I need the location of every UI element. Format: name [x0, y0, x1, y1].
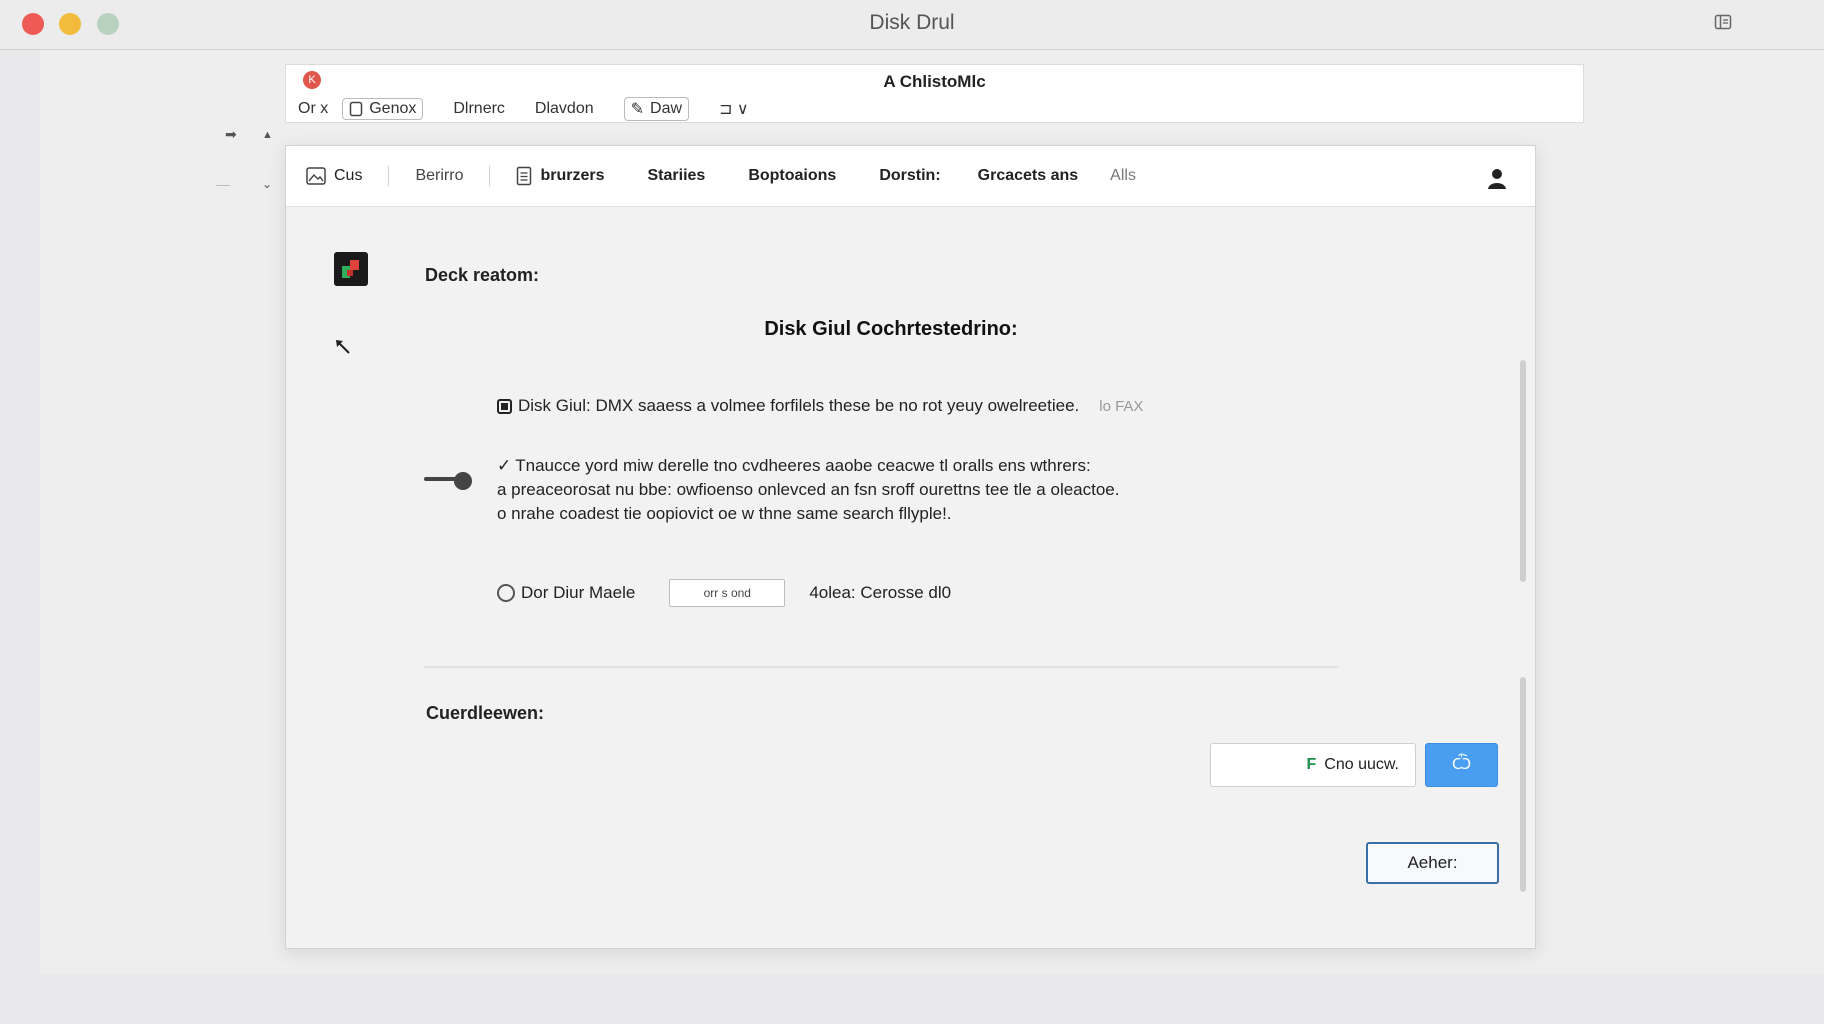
- paragraph-line: a preaceorosat nu bbe: owfioenso onlevce…: [497, 480, 1120, 499]
- app-logo-icon: [334, 252, 368, 286]
- info-text: Disk Giul: DMX saaess a volmee forfilels…: [518, 396, 1080, 415]
- user-avatar-icon[interactable]: [1487, 168, 1507, 190]
- secondary-button[interactable]: F Cno uucw.: [1210, 743, 1416, 787]
- checkmark-icon: ✓: [497, 456, 512, 475]
- tab-berirro[interactable]: Berirro: [415, 167, 463, 185]
- toolbar-label: Or x: [298, 100, 329, 117]
- tab-boptoaions[interactable]: Boptoaions: [748, 167, 836, 185]
- tab-label: Boptoaions: [748, 167, 837, 184]
- tab-label: Grcacets ans: [977, 167, 1079, 184]
- toolbar-item-dlavdon[interactable]: Dlavdon: [535, 100, 594, 118]
- tab-brurzers[interactable]: brurzers: [516, 166, 605, 186]
- tab-label: Alls: [1110, 167, 1136, 184]
- toolbar-label: Dlavdon: [534, 100, 594, 117]
- sidebar-toggle-icon[interactable]: [1714, 13, 1732, 31]
- mode-extra-text: 4olea: Cerosse dl0: [809, 583, 952, 602]
- description-paragraph: ✓ Tnaucce yord miw derelle tno cvdheeres …: [497, 454, 1119, 526]
- toolbar-item-daw[interactable]: ✎ Daw: [623, 97, 690, 121]
- mode-input[interactable]: orr s ond: [669, 579, 786, 607]
- mode-label: Dor Diur Maele: [521, 583, 636, 602]
- tab-label: Berirro: [415, 167, 464, 184]
- action-button[interactable]: Aeher:: [1366, 842, 1499, 884]
- image-icon: [306, 167, 326, 185]
- sub-window-header: K A ChlistoMlc Or x Genox Dlrnerc Dlavdo…: [285, 64, 1584, 123]
- secondary-button-label: Cno uucw.: [1324, 756, 1399, 773]
- toolbar-label: Genox: [369, 100, 417, 117]
- tab-divider: [388, 166, 390, 186]
- scrollbar-thumb-upper[interactable]: [1520, 360, 1526, 582]
- paragraph-line: o nrahe coadest tie oopiovict oe w thne …: [497, 504, 952, 523]
- sub-window-toolbar: Or x Genox Dlrnerc Dlavdon ✎ Daw ⊐ ∨: [298, 97, 779, 121]
- mode-row: Dor Diur Maele orr s ond 4olea: Cerosse …: [497, 579, 951, 607]
- tab-dorstin[interactable]: Dorstin:: [879, 167, 940, 185]
- section-label-footer: Cuerdleewen:: [426, 703, 545, 723]
- tab-bar: Cus Berirro brurzers Stariies Boptoaions…: [286, 146, 1535, 207]
- tab-label: Cus: [334, 167, 363, 184]
- tab-label: Stariies: [647, 167, 706, 184]
- paragraph-line: Tnaucce yord miw derelle tno cvdheeres a…: [515, 456, 1091, 475]
- tab-divider: [489, 166, 491, 186]
- key-icon: [424, 472, 472, 490]
- toolbar-item-orx[interactable]: Or x: [298, 100, 328, 118]
- section-divider: [424, 666, 1339, 668]
- toolbar-label: ⊐ ∨: [719, 101, 749, 118]
- disk-utility-panel: Cus Berirro brurzers Stariies Boptoaions…: [285, 145, 1536, 949]
- dash-icon: —: [216, 176, 230, 192]
- toolbar-item-dlrnerc[interactable]: Dlrnerc: [453, 100, 505, 118]
- mode-radio[interactable]: [497, 584, 515, 602]
- section-label-deck: Deck reatom:: [425, 265, 540, 285]
- chevron-up-icon[interactable]: ▲: [262, 129, 273, 141]
- info-muted-text: lo FAX: [1099, 397, 1144, 415]
- chevron-down-icon[interactable]: ⌄: [262, 177, 272, 191]
- scrollbar-thumb-lower[interactable]: [1520, 677, 1526, 892]
- window-title: Disk Drul: [869, 11, 955, 34]
- tab-cus[interactable]: Cus: [306, 167, 362, 185]
- info-line: Disk Giul: DMX saaess a volmee forfilels…: [497, 396, 1143, 416]
- tab-grcacets-ans[interactable]: Grcacets ans: [978, 167, 1079, 185]
- primary-button[interactable]: Ѽ: [1425, 743, 1498, 787]
- page-heading: Disk Giul Cochrtestedrino:: [764, 318, 1018, 340]
- flag-icon: F: [1306, 756, 1317, 773]
- tab-stariies[interactable]: Stariies: [648, 167, 706, 185]
- document-icon: [349, 101, 363, 117]
- document-icon: [517, 166, 532, 186]
- toolbar-item-more[interactable]: ⊐ ∨: [719, 99, 749, 119]
- tab-label: brurzers: [540, 167, 605, 184]
- info-checkbox[interactable]: [497, 398, 512, 414]
- pen-icon: ✎: [630, 101, 645, 118]
- tab-label: Dorstin:: [879, 167, 941, 184]
- toolbar-label: Daw: [650, 100, 683, 117]
- title-bar: Disk Drul: [0, 0, 1824, 50]
- tab-alls[interactable]: Alls: [1110, 167, 1136, 185]
- toolbar-label: Dlrnerc: [453, 100, 505, 117]
- expand-arrow-icon[interactable]: ➡: [225, 126, 237, 143]
- sub-window-title: A ChlistoMlc: [883, 72, 986, 91]
- toolbar-item-genox[interactable]: Genox: [342, 98, 424, 120]
